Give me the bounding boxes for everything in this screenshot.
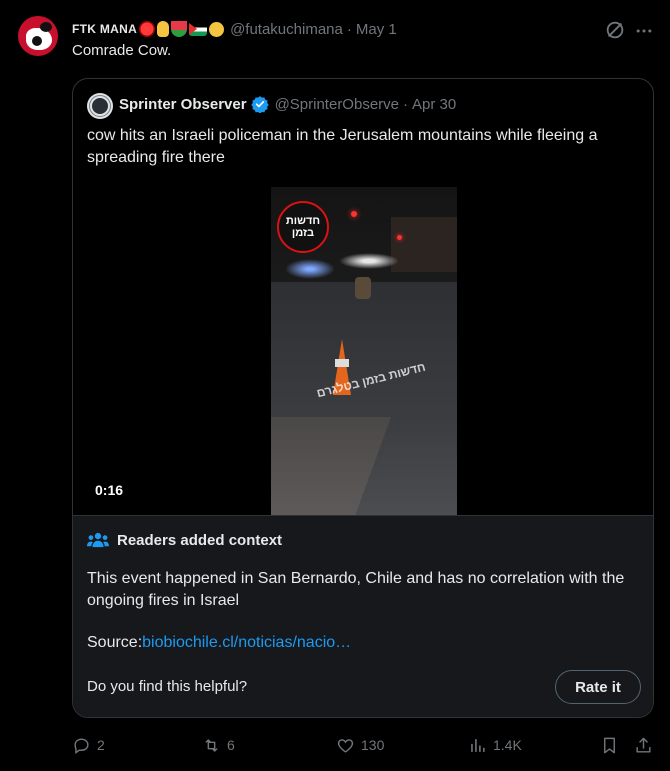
context-title: Readers added context bbox=[117, 532, 283, 549]
source-link[interactable]: biobiochile.cl/noticias/nacio… bbox=[142, 634, 351, 651]
reply-count: 2 bbox=[97, 737, 105, 753]
reply-button[interactable]: 2 bbox=[72, 732, 105, 758]
quote-author-name[interactable]: Sprinter Observer bbox=[119, 96, 247, 113]
view-count: 1.4K bbox=[493, 737, 522, 753]
more-icon[interactable] bbox=[634, 21, 654, 41]
tweet-header: FTK MANA @futakuchimana · May 1 bbox=[72, 18, 397, 40]
bookmark-button[interactable] bbox=[600, 732, 625, 758]
author-name[interactable]: FTK MANA bbox=[72, 22, 137, 36]
logo-line-2: בזמן bbox=[291, 227, 315, 239]
community-notes: Readers added context This event happene… bbox=[73, 515, 653, 717]
video-frame[interactable]: חדשות בזמן חדשות בזמן בטלגרם bbox=[271, 187, 457, 515]
context-body: This event happened in San Bernardo, Chi… bbox=[87, 570, 625, 609]
tweet-date[interactable]: May 1 bbox=[356, 21, 397, 38]
bookmark-icon bbox=[604, 737, 615, 753]
raised-fist-icon bbox=[209, 21, 225, 37]
helpful-question: Do you find this helpful? bbox=[87, 678, 248, 695]
context-source: Source:biobiochile.cl/noticias/nacio… bbox=[87, 634, 351, 652]
separator: · bbox=[346, 20, 352, 38]
quote-avatar[interactable] bbox=[87, 93, 113, 119]
source-label: Source: bbox=[87, 634, 143, 651]
channel-logo: חדשות בזמן bbox=[277, 201, 329, 253]
repost-count: 6 bbox=[227, 737, 235, 753]
quote-handle[interactable]: @SprinterObserve bbox=[275, 96, 399, 113]
repost-button[interactable]: 6 bbox=[202, 732, 235, 758]
separator: · bbox=[403, 95, 409, 113]
watermelon-icon bbox=[171, 21, 188, 37]
heart-icon bbox=[337, 738, 354, 753]
quote-tweet-card[interactable]: Sprinter Observer @SprinterObserve · Apr… bbox=[72, 78, 654, 718]
red-circle-icon bbox=[139, 21, 156, 37]
grok-icon[interactable] bbox=[604, 19, 626, 41]
quote-header: Sprinter Observer @SprinterObserve · Apr… bbox=[119, 95, 456, 113]
views-icon bbox=[471, 738, 485, 752]
video-player[interactable]: חדשות בזמן חדשות בזמן בטלגרם 0:16 bbox=[73, 187, 653, 515]
share-icon bbox=[636, 737, 651, 753]
share-button[interactable] bbox=[634, 732, 659, 758]
avatar[interactable] bbox=[18, 16, 58, 56]
repost-icon bbox=[205, 738, 218, 752]
quote-text: cow hits an Israeli policeman in the Jer… bbox=[87, 127, 598, 166]
cow-figure bbox=[355, 277, 371, 299]
palestine-flag-icon bbox=[189, 22, 208, 36]
video-duration: 0:16 bbox=[95, 482, 124, 498]
tweet-text: Comrade Cow. bbox=[72, 42, 172, 59]
verified-badge-icon bbox=[250, 96, 269, 113]
like-count: 130 bbox=[361, 737, 385, 753]
rate-it-button[interactable]: Rate it bbox=[555, 670, 641, 704]
views-button[interactable]: 1.4K bbox=[468, 732, 522, 758]
quote-date[interactable]: Apr 30 bbox=[412, 96, 456, 113]
action-bar: 2 6 130 1.4K bbox=[72, 732, 662, 758]
logo-line-1: חדשות bbox=[285, 215, 321, 227]
author-handle[interactable]: @futakuchimana bbox=[230, 21, 343, 38]
reply-icon bbox=[74, 737, 89, 754]
rock-hand-icon bbox=[157, 21, 170, 37]
like-button[interactable]: 130 bbox=[336, 732, 384, 758]
readers-icon bbox=[87, 532, 109, 548]
